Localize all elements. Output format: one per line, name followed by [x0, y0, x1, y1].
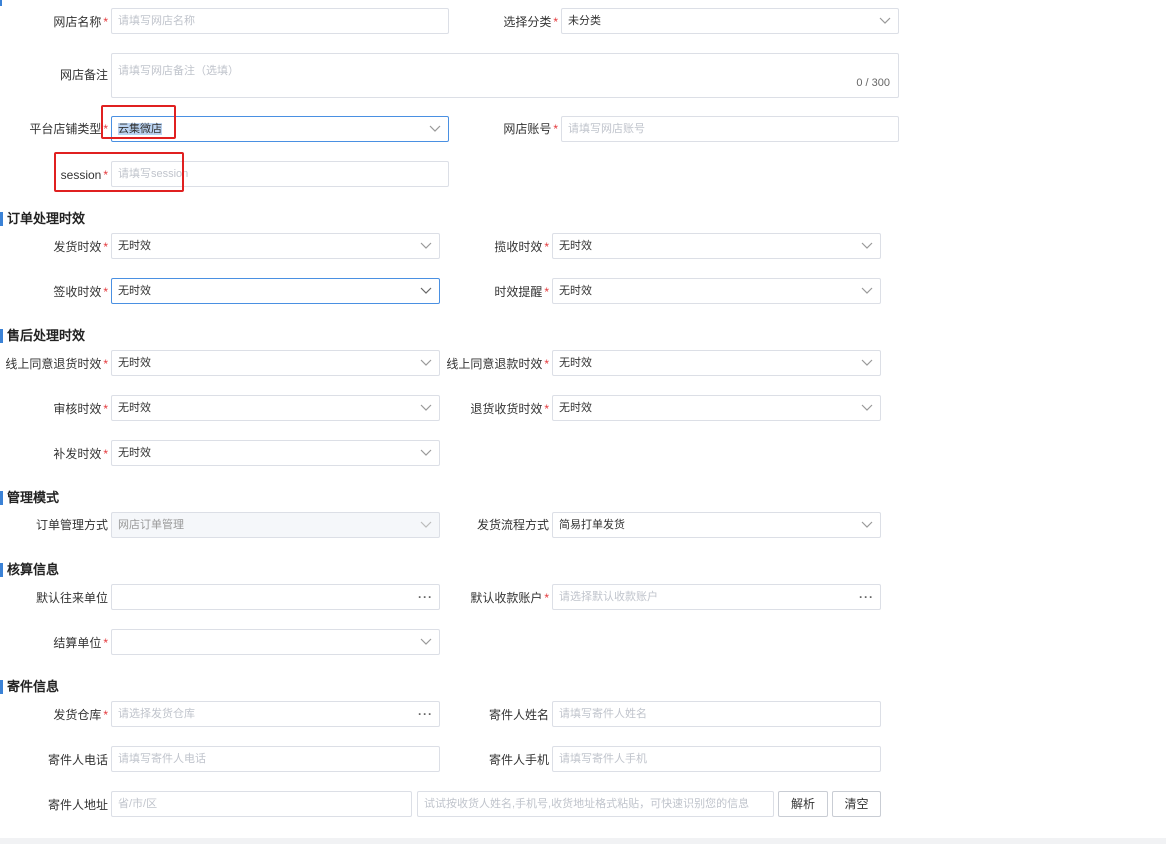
remind-timing-select[interactable]: 无时效 — [552, 278, 881, 304]
refund-label: 线上同意退款时效 * — [446, 357, 549, 371]
default-account-picker[interactable]: 请选择默认收款账户 ··· — [552, 584, 881, 610]
annotation-box — [54, 152, 184, 192]
audit-select[interactable]: 无时效 — [111, 395, 440, 421]
return-goods-label: 线上同意退货时效 * — [5, 357, 108, 371]
ship-timing-select[interactable]: 无时效 — [111, 233, 440, 259]
annotation-box — [101, 105, 176, 139]
category-label: 选择分类 * — [503, 15, 558, 29]
section-title-management: 管理模式 — [0, 490, 59, 506]
chevron-down-icon — [420, 359, 432, 366]
clear-button[interactable]: 清空 — [832, 791, 881, 817]
chevron-down-icon — [420, 521, 432, 528]
warehouse-label: 发货仓库 * — [53, 708, 108, 722]
default-unit-picker[interactable]: ··· — [111, 584, 440, 610]
parse-button[interactable]: 解析 — [778, 791, 828, 817]
default-unit-label: 默认往来单位 — [35, 591, 108, 605]
chevron-down-icon — [429, 125, 441, 132]
chevron-down-icon — [420, 404, 432, 411]
sender-phone-input[interactable]: 请填写寄件人电话 — [111, 746, 440, 772]
pickup-timing-label: 揽收时效 * — [494, 240, 549, 254]
chevron-down-icon — [861, 242, 873, 249]
section-title-aftersale: 售后处理时效 — [0, 328, 85, 344]
account-label: 网店账号 * — [503, 122, 558, 136]
flow-select[interactable]: 简易打单发货 — [552, 512, 881, 538]
sender-phone-label: 寄件人电话 — [47, 753, 108, 767]
section-title-accounting: 核算信息 — [0, 562, 59, 578]
ship-timing-label: 发货时效 * — [53, 240, 108, 254]
section-title-order-timing: 订单处理时效 — [0, 211, 85, 227]
return-goods-select[interactable]: 无时效 — [111, 350, 440, 376]
shop-name-input[interactable]: 请填写网店名称 — [111, 8, 449, 34]
region-input[interactable]: 省/市/区 — [111, 791, 412, 817]
bottom-divider — [0, 838, 1166, 844]
audit-label: 审核时效 * — [53, 402, 108, 416]
return-receive-select[interactable]: 无时效 — [552, 395, 881, 421]
settle-label: 结算单位 * — [53, 636, 108, 650]
chevron-down-icon — [861, 521, 873, 528]
warehouse-picker[interactable]: 请选择发货仓库 ··· — [111, 701, 440, 727]
remind-timing-label: 时效提醒 * — [494, 285, 549, 299]
pickup-timing-select[interactable]: 无时效 — [552, 233, 881, 259]
reissue-label: 补发时效 * — [53, 447, 108, 461]
default-account-label: 默认收款账户 * — [470, 591, 549, 605]
remark-textarea[interactable]: 请填写网店备注（选填） 0 / 300 — [111, 53, 899, 98]
order-mode-label: 订单管理方式 — [35, 518, 108, 532]
chevron-down-icon — [420, 449, 432, 456]
platform-type-label: 平台店铺类型 * — [29, 122, 108, 136]
chevron-down-icon — [420, 638, 432, 645]
sign-timing-label: 签收时效 * — [53, 285, 108, 299]
more-icon[interactable]: ··· — [418, 702, 433, 726]
remark-label: 网店备注 — [59, 68, 108, 82]
sender-mobile-input[interactable]: 请填写寄件人手机 — [552, 746, 881, 772]
chevron-down-icon — [420, 242, 432, 249]
order-mode-select: 网店订单管理 — [111, 512, 440, 538]
more-icon[interactable]: ··· — [418, 585, 433, 609]
chevron-down-icon — [879, 17, 891, 24]
shop-name-label: 网店名称 * — [53, 15, 108, 29]
chevron-down-icon — [861, 404, 873, 411]
sign-timing-select[interactable]: 无时效 — [111, 278, 440, 304]
sender-name-input[interactable]: 请填写寄件人姓名 — [552, 701, 881, 727]
more-icon[interactable]: ··· — [859, 585, 874, 609]
account-input[interactable]: 请填写网店账号 — [561, 116, 899, 142]
reissue-select[interactable]: 无时效 — [111, 440, 440, 466]
chevron-down-icon — [861, 359, 873, 366]
return-receive-label: 退货收货时效 * — [470, 402, 549, 416]
settle-select[interactable] — [111, 629, 440, 655]
sender-name-label: 寄件人姓名 — [488, 708, 549, 722]
sender-address-label: 寄件人地址 — [47, 798, 108, 812]
section-title-sender: 寄件信息 — [0, 679, 59, 695]
section-accent — [0, 0, 2, 6]
address-parse-input[interactable]: 试试按收货人姓名,手机号,收货地址格式粘贴，可快速识别您的信息 — [417, 791, 774, 817]
remark-counter: 0 / 300 — [856, 77, 890, 89]
refund-select[interactable]: 无时效 — [552, 350, 881, 376]
category-select[interactable]: 未分类 — [561, 8, 899, 34]
sender-mobile-label: 寄件人手机 — [488, 753, 549, 767]
chevron-down-icon — [861, 287, 873, 294]
chevron-down-icon — [420, 287, 432, 294]
flow-label: 发货流程方式 — [476, 518, 549, 532]
